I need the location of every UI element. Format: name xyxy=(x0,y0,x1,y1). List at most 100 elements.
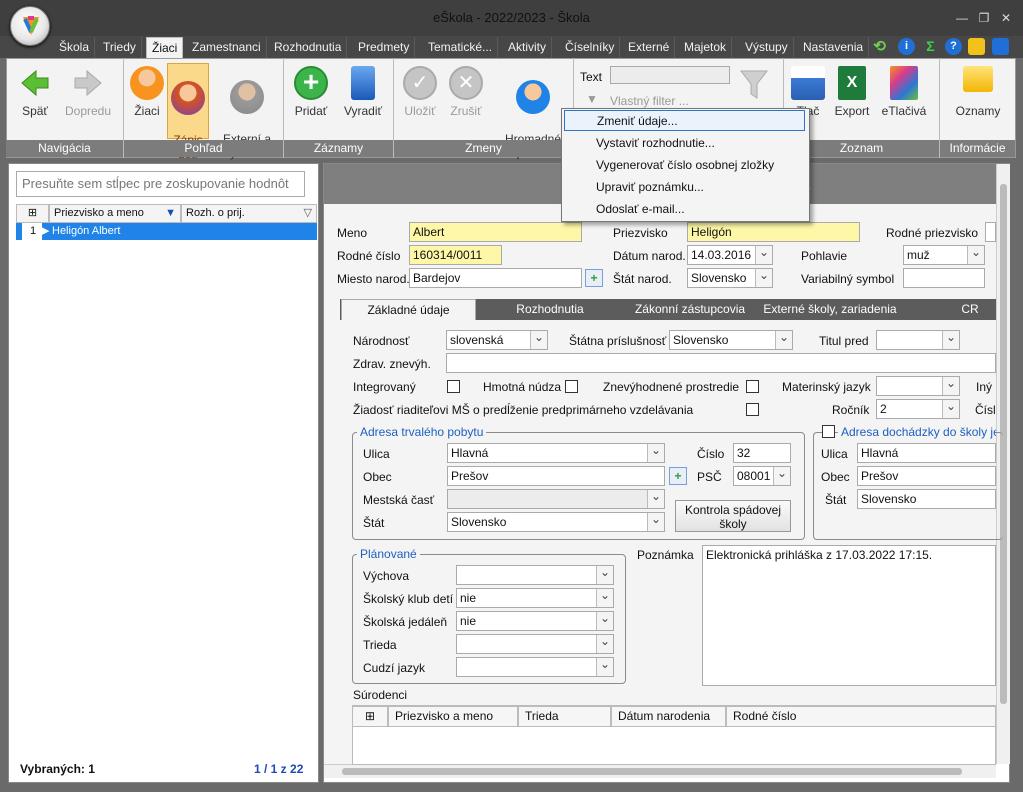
table-row[interactable]: 1 ▶ Heligón Albert xyxy=(16,223,317,240)
column-name-header[interactable]: Priezvisko a meno ▼ xyxy=(49,204,181,223)
announcements-button[interactable]: Oznamy xyxy=(946,66,1010,118)
obec-input[interactable]: Prešov xyxy=(447,466,665,486)
datum-narod-picker[interactable]: 14.03.2016 xyxy=(687,245,773,265)
column-chooser-icon[interactable]: ⊞ xyxy=(16,204,49,223)
forward-button[interactable]: Dopredu xyxy=(60,66,116,118)
remove-button[interactable]: Vyradiť xyxy=(338,66,388,118)
close-button[interactable]: ✕ xyxy=(996,10,1016,26)
rodne-cislo-input[interactable]: 160314/0011 xyxy=(409,245,502,265)
window-title: eŠkola - 2022/2023 - Škola xyxy=(433,10,590,25)
skd-select[interactable]: nie xyxy=(456,588,614,608)
stat-select[interactable]: Slovensko xyxy=(447,512,665,532)
variabilny-symbol-input[interactable] xyxy=(903,268,985,288)
mestska-cast-select[interactable] xyxy=(447,489,665,509)
refresh-icon[interactable]: ⟲ xyxy=(871,38,888,55)
sigma-icon[interactable]: Σ xyxy=(922,38,939,55)
cudzi-jazyk-select[interactable] xyxy=(456,657,614,677)
menu-aktivity[interactable]: Aktivity xyxy=(503,37,553,58)
menu-nastavenia[interactable]: Nastavenia xyxy=(798,37,870,58)
ctx-vygenerovat-cislo[interactable]: Vygenerovať číslo osobnej zložky xyxy=(564,155,805,176)
address2-ulica-input[interactable]: Hlavná xyxy=(857,443,996,463)
address2-stat-input[interactable]: Slovensko xyxy=(857,489,996,509)
address-school-checkbox[interactable] xyxy=(822,425,835,438)
rodne-priezvisko-input[interactable] xyxy=(985,222,996,242)
cislo-input[interactable]: 32 xyxy=(733,443,791,463)
horizontal-scrollbar[interactable] xyxy=(324,764,996,778)
integrovany-checkbox[interactable] xyxy=(447,380,460,393)
save-button[interactable]: ✓ Uložiť xyxy=(400,66,440,118)
ctx-odoslat-email[interactable]: Odoslať e-mail... xyxy=(564,199,805,220)
ziaci-view-button[interactable]: Žiaci xyxy=(128,66,166,118)
menu-rozhodnutia[interactable]: Rozhodnutia xyxy=(269,37,348,58)
ctx-vystavit-rozhodnutie[interactable]: Vystaviť rozhodnutie... xyxy=(564,133,805,154)
jedalen-select[interactable]: nie xyxy=(456,611,614,631)
menu-tematicke[interactable]: Tematické... xyxy=(423,37,499,58)
menu-vystupy[interactable]: Výstupy xyxy=(740,37,794,58)
siblings-col-trieda[interactable]: Trieda xyxy=(518,706,611,727)
ctx-zmenit-udaje[interactable]: Zmeniť údaje... xyxy=(564,110,805,131)
meno-input[interactable]: Albert xyxy=(409,222,582,242)
column-rozh-header[interactable]: Rozh. o prij. ▽ xyxy=(181,204,317,223)
info-icon[interactable]: i xyxy=(898,38,915,55)
priezvisko-input[interactable]: Heligón xyxy=(687,222,860,242)
filter-active-icon[interactable]: ▼ xyxy=(165,205,176,222)
tools-icon[interactable] xyxy=(968,38,985,55)
titul-pred-select[interactable] xyxy=(876,330,960,350)
materinsky-jazyk-select[interactable] xyxy=(876,376,960,396)
psc-select[interactable]: 08001 xyxy=(733,466,791,486)
zapis-deti-button[interactable]: Zápis detí xyxy=(167,63,209,161)
filter-icon[interactable]: ▽ xyxy=(304,205,312,222)
rodne-cislo-label: Rodné číslo xyxy=(337,249,401,263)
back-button[interactable]: Späť xyxy=(12,66,58,118)
add-obec-icon[interactable]: + xyxy=(669,467,687,485)
statna-prislusnost-select[interactable]: Slovensko xyxy=(669,330,793,350)
menu-zamestnanci[interactable]: Zamestnanci xyxy=(187,37,267,58)
siblings-col-rodne-cislo[interactable]: Rodné číslo xyxy=(726,706,996,727)
etlaciva-button[interactable]: eTlačivá xyxy=(878,66,930,118)
siblings-col-datum[interactable]: Dátum narodenia xyxy=(611,706,726,727)
siblings-col-name[interactable]: Priezvisko a meno xyxy=(388,706,518,727)
remote-icon[interactable] xyxy=(992,38,1009,55)
restore-button[interactable]: ❐ xyxy=(974,10,994,26)
znevyh-prostredie-checkbox[interactable] xyxy=(746,380,759,393)
custom-filter-link[interactable]: Vlastný filter ... xyxy=(610,94,689,108)
tab-zakladne-udaje[interactable]: Základné údaje xyxy=(341,299,476,320)
tab-rozhodnutia[interactable]: Rozhodnutia xyxy=(490,299,610,320)
export-button[interactable]: X Export xyxy=(830,66,874,118)
add-place-icon[interactable]: + xyxy=(585,269,603,287)
funnel-icon[interactable] xyxy=(739,68,769,102)
menu-triedy[interactable]: Triedy xyxy=(98,37,142,58)
menu-ciselniky[interactable]: Číselníky xyxy=(560,37,621,58)
narodnost-select[interactable]: slovenská xyxy=(446,330,548,350)
stat-narod-select[interactable]: Slovensko xyxy=(687,268,773,288)
menu-externe[interactable]: Externé xyxy=(623,37,676,58)
help-icon[interactable]: ? xyxy=(945,38,962,55)
tab-zakonni-zastupcovia[interactable]: Zákonní zástupcovia xyxy=(628,299,752,320)
siblings-column-chooser-icon[interactable]: ⊞ xyxy=(352,706,388,727)
minimize-button[interactable]: — xyxy=(952,10,972,26)
group-by-drop-area[interactable]: Presuňte sem stĺpec pre zoskupovanie hod… xyxy=(16,171,305,197)
miesto-narod-input[interactable]: Bardejov xyxy=(409,268,582,288)
address2-obec-input[interactable]: Prešov xyxy=(857,466,996,486)
ziadost-checkbox[interactable] xyxy=(746,403,759,416)
ctx-upravit-poznamku[interactable]: Upraviť poznámku... xyxy=(564,177,805,198)
pohlavie-label: Pohlavie xyxy=(801,249,848,263)
tab-cr[interactable]: CR xyxy=(948,299,992,320)
menu-ziaci[interactable]: Žiaci xyxy=(146,37,184,58)
trieda-select[interactable] xyxy=(456,634,614,654)
menu-skola[interactable]: Škola xyxy=(54,37,96,58)
tab-externe-skoly[interactable]: Externé školy, zariadenia xyxy=(762,299,898,320)
cancel-button[interactable]: ✕ Zrušiť xyxy=(444,66,488,118)
menu-majetok[interactable]: Majetok xyxy=(679,37,733,58)
hmotna-nudza-checkbox[interactable] xyxy=(565,380,578,393)
add-button[interactable]: + Pridať xyxy=(288,66,334,118)
rocnik-select[interactable]: 2 xyxy=(876,399,960,419)
menu-predmety[interactable]: Predmety xyxy=(353,37,416,58)
pohlavie-select[interactable]: muž xyxy=(903,245,985,265)
zdrav-znevyh-input[interactable] xyxy=(446,353,996,373)
filter-text-input[interactable] xyxy=(610,66,730,84)
note-textarea[interactable]: Elektronická prihláška z 17.03.2022 17:1… xyxy=(702,545,996,686)
vychova-select[interactable] xyxy=(456,565,614,585)
ulica-select[interactable]: Hlavná xyxy=(447,443,665,463)
kontrola-spadovej-skoly-button[interactable]: Kontrola spádovej školy xyxy=(675,500,791,532)
